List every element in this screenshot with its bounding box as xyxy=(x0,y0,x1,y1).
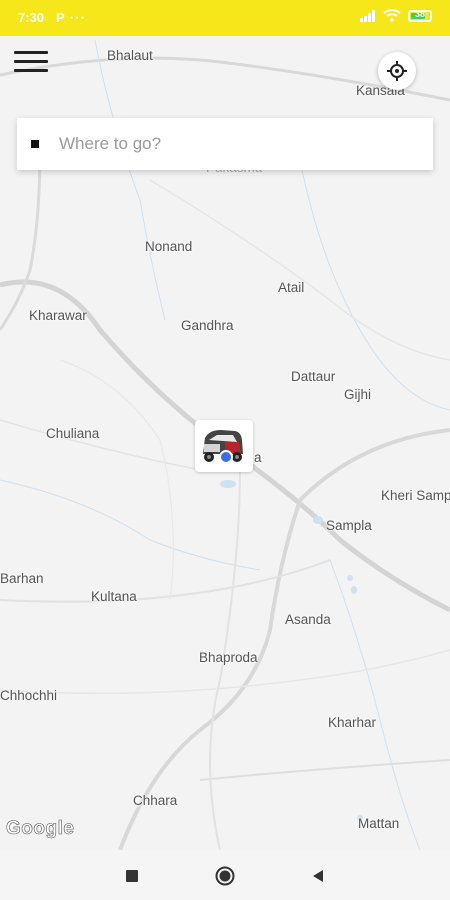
home-circle-icon xyxy=(215,866,235,886)
status-icons: 38 xyxy=(360,9,432,22)
place-label: Kharhar xyxy=(328,715,377,730)
back-button[interactable] xyxy=(308,866,328,886)
vehicle-marker[interactable] xyxy=(195,420,253,472)
status-time: 7:30 xyxy=(18,10,45,25)
signal-icon xyxy=(360,9,375,22)
system-nav-bar xyxy=(0,850,450,900)
place-label: a xyxy=(254,450,262,465)
notification-icons: P ··· xyxy=(56,10,87,25)
place-label: Gandhra xyxy=(181,318,234,333)
crosshair-locate-icon xyxy=(387,61,407,81)
place-label: Kultana xyxy=(91,589,137,604)
place-label: Dattaur xyxy=(291,369,336,384)
place-label: Bhalaut xyxy=(107,48,153,63)
hamburger-menu-icon[interactable] xyxy=(14,48,48,78)
google-attribution: Google xyxy=(6,818,75,840)
place-label: Gijhi xyxy=(344,387,372,402)
destination-input[interactable] xyxy=(57,133,401,155)
locate-me-button[interactable] xyxy=(378,52,416,90)
user-location-dot xyxy=(219,450,233,464)
place-label: Atail xyxy=(278,280,305,295)
auto-rickshaw-icon xyxy=(203,430,243,462)
status-bar: 7:30 P ··· 38 xyxy=(0,0,450,36)
battery-level: 38 xyxy=(414,8,425,19)
recents-square-icon xyxy=(126,870,138,882)
place-label: Chhochhi xyxy=(0,688,58,703)
recents-button[interactable] xyxy=(122,866,142,886)
battery-icon: 38 xyxy=(408,8,432,22)
place-label: Mattan xyxy=(358,816,400,831)
place-label: Bhaproda xyxy=(199,650,258,665)
place-label: Kheri Samp xyxy=(381,488,450,503)
home-button[interactable] xyxy=(215,866,235,886)
place-label: Kharawar xyxy=(29,308,87,323)
destination-search-box[interactable] xyxy=(17,118,433,170)
place-label: Sampla xyxy=(326,518,372,533)
place-label: Asanda xyxy=(285,612,331,627)
place-label: Barhan xyxy=(0,571,44,586)
place-label: Chhara xyxy=(133,793,178,808)
place-label: Nonand xyxy=(145,239,193,254)
destination-square-icon xyxy=(31,140,39,148)
place-label: Chuliana xyxy=(46,426,100,441)
wifi-icon xyxy=(383,9,401,22)
back-triangle-icon xyxy=(313,870,323,882)
